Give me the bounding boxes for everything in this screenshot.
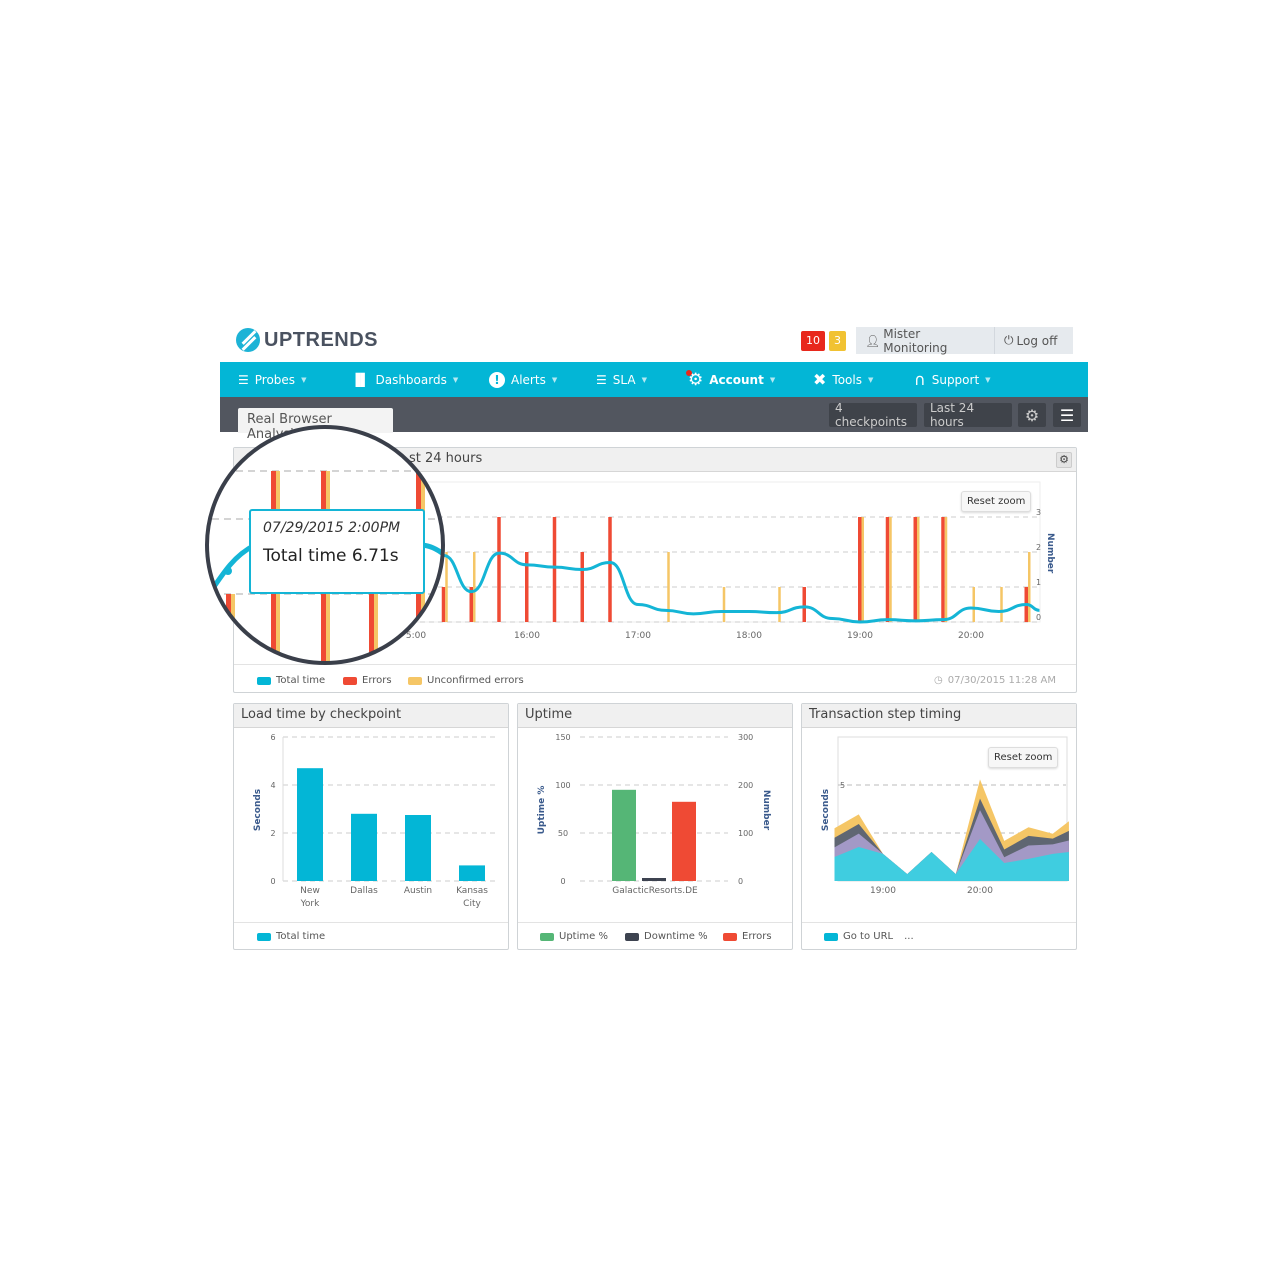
load-time-panel: Load time by checkpoint Total time (233, 703, 509, 950)
divider (234, 922, 508, 923)
checklist-icon: ☰ (596, 372, 607, 387)
nav-probes[interactable]: ☰ Probes ▼ (238, 373, 306, 387)
legend-swatch (723, 932, 737, 941)
divider (802, 922, 1076, 923)
divider (518, 922, 792, 923)
gear-icon: ⚙ (1059, 453, 1069, 466)
caret-down-icon: ▼ (867, 375, 874, 384)
nav-sla[interactable]: ☰ SLA ▼ (596, 373, 647, 387)
logoff-label: Log off (1016, 333, 1058, 348)
legend-swatch (257, 932, 271, 941)
caret-down-icon: ▼ (551, 375, 558, 384)
user-icon: 👤︎ (865, 333, 881, 348)
bar-chart-icon: ▐▌ (351, 372, 370, 387)
user-box: 👤︎ Mister Monitoring ⏻ Log off (856, 326, 1073, 355)
headset-icon: ∩ (914, 370, 926, 389)
magnifier-error-bar (226, 594, 231, 663)
nav-label: SLA (612, 372, 636, 387)
notification-dot (686, 369, 692, 376)
panel-title: st 24 hours (409, 451, 483, 466)
tools-icon: ✖ (813, 370, 827, 389)
caret-down-icon: ▼ (301, 375, 307, 384)
chart-tooltip: 07/29/2015 2:00PM Total time 6.71s (249, 509, 425, 594)
nav-label: Support (931, 372, 980, 387)
panel-settings-button[interactable]: ⚙ (1056, 452, 1072, 468)
nav-label: Tools (832, 372, 862, 387)
legend-label: Total time (276, 931, 326, 942)
legend-label: Unconfirmed errors (427, 675, 524, 686)
legend-label: Errors (742, 931, 772, 942)
warning-count-badge[interactable]: 3 (829, 331, 846, 351)
caret-down-icon: ▼ (452, 375, 459, 384)
panel-title: Load time by checkpoint (234, 704, 508, 728)
legend-swatch (343, 676, 357, 685)
legend-swatch (257, 676, 271, 685)
legend-downtime[interactable]: Downtime % (625, 931, 708, 942)
hamburger-icon: ☰ (1059, 405, 1075, 425)
legend-total-time[interactable]: Total time (257, 675, 325, 686)
legend-swatch (625, 932, 639, 941)
clock-icon: ◷ (933, 675, 943, 686)
uptime-panel: Uptime Uptime % Downtime % Errors (517, 703, 793, 950)
legend-swatch (824, 932, 838, 941)
time-range-button[interactable]: Last 24 hours (924, 401, 1012, 429)
divider (234, 664, 1076, 665)
legend-unconfirmed[interactable]: Unconfirmed errors (408, 675, 524, 686)
nav-tools[interactable]: ✖ Tools ▼ (813, 370, 873, 389)
tab-real-browser-analysis[interactable]: Real Browser Analysis (238, 408, 393, 442)
nav-label: Alerts (511, 372, 546, 387)
magnifier-point (224, 567, 232, 575)
menu-button[interactable]: ☰ (1053, 403, 1081, 427)
tooltip-date: 07/29/2015 2:00PM (263, 520, 401, 536)
nav-label: Dashboards (375, 372, 447, 387)
caret-down-icon: ▼ (985, 375, 991, 384)
legend-label: Go to URL (843, 931, 894, 942)
legend-swatch (540, 932, 554, 941)
nav-dashboards[interactable]: ▐▌ Dashboards ▼ (351, 373, 458, 387)
legend-errors[interactable]: Errors (343, 675, 392, 686)
reset-zoom-button[interactable]: Reset zoom (961, 491, 1032, 512)
uptrends-logo[interactable]: UPTRENDS (236, 328, 378, 352)
panel-title: Uptime (518, 704, 792, 728)
legend-label: Downtime % (644, 931, 708, 942)
user-menu[interactable]: 👤︎ Mister Monitoring (856, 326, 994, 355)
legend-go-to-url[interactable]: Go to URL... (824, 931, 914, 942)
legend-label: Total time (276, 675, 326, 686)
gear-icon: ⚙ (1024, 405, 1040, 425)
nav-account[interactable]: ⚙ Account ▼ (686, 369, 776, 390)
settings-button[interactable]: ⚙ (1018, 403, 1046, 427)
nav-label: Probes (254, 372, 296, 387)
nav-support[interactable]: ∩ Support ▼ (914, 370, 991, 389)
timestamp: 07/30/2015 11:28 AM (947, 675, 1056, 686)
transaction-timing-panel: Transaction step timing Go to URL... (801, 703, 1077, 950)
main-nav: ☰ Probes ▼ ▐▌ Dashboards ▼ ! Alerts ▼ ☰ SLA ▼ ⚙ A… (220, 362, 1088, 397)
caret-down-icon: ▼ (769, 375, 776, 384)
error-count-badge[interactable]: 10 (801, 331, 825, 351)
nav-alerts[interactable]: ! Alerts ▼ (489, 371, 558, 388)
legend-errors[interactable]: Errors (723, 931, 772, 942)
last-updated: ◷ 07/30/2015 11:28 AM (934, 675, 1056, 686)
checkpoints-button[interactable]: 4 checkpoints (829, 401, 917, 429)
logo-icon (236, 328, 260, 352)
legend-label: Uptime % (559, 931, 608, 942)
logoff-button[interactable]: ⏻ Log off (994, 327, 1066, 354)
gear-icon: ⚙ (686, 369, 704, 390)
legend-swatch (408, 676, 422, 685)
user-name: Mister Monitoring (883, 326, 948, 355)
legend-total-time[interactable]: Total time (257, 931, 325, 942)
tooltip-value: Total time 6.71s (263, 546, 399, 566)
reset-zoom-button[interactable]: Reset zoom (988, 747, 1059, 768)
caret-down-icon: ▼ (641, 375, 647, 384)
logo-text: UPTRENDS (264, 328, 379, 351)
power-icon: ⏻ (1004, 333, 1014, 347)
legend-label: Errors (362, 675, 392, 686)
legend-uptime[interactable]: Uptime % (540, 931, 608, 942)
alert-icon: ! (489, 371, 505, 388)
panel-header: st 24 hours (234, 448, 1076, 472)
nav-label: Account (709, 372, 764, 387)
panel-title: Transaction step timing (802, 704, 1076, 728)
list-icon: ☰ (238, 372, 249, 387)
legend-more[interactable]: ... (904, 931, 914, 942)
